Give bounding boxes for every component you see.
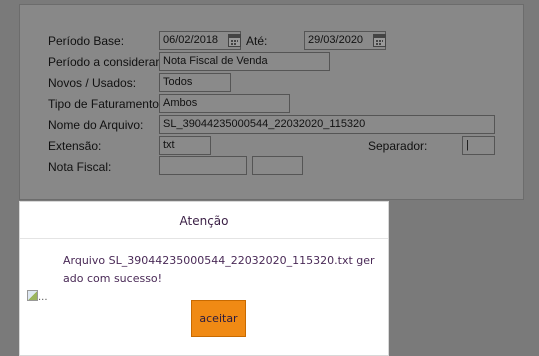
nome-arquivo-input[interactable]: SL_39044235000544_22032020_115320 <box>159 115 495 134</box>
dialog-title: Atenção <box>179 214 229 228</box>
separador-label: Separador: <box>368 139 428 153</box>
nome-arquivo-label: Nome do Arquivo: <box>48 118 144 132</box>
novos-usados-select[interactable]: Todos <box>159 73 231 92</box>
periodo-base-label: Período Base: <box>48 34 125 48</box>
broken-image-text: ... <box>38 292 48 303</box>
calendar-icon[interactable] <box>228 34 241 47</box>
periodo-considerar-select[interactable]: Nota Fiscal de Venda <box>159 52 330 71</box>
novos-usados-label: Novos / Usados: <box>48 76 137 90</box>
filter-form-panel: Período Base: 06/02/2018 Até: 29/03/2020… <box>19 4 524 200</box>
dialog-divider <box>20 238 388 239</box>
dialog-message: Arquivo SL_39044235000544_22032020_11532… <box>63 254 375 285</box>
extensao-label: Extensão: <box>48 139 102 153</box>
broken-image: ... <box>27 290 48 303</box>
nota-fiscal-input-1[interactable] <box>159 156 247 175</box>
alert-dialog: Atenção Arquivo SL_39044235000544_220320… <box>19 201 389 356</box>
nota-fiscal-input-2[interactable] <box>252 156 303 175</box>
extensao-input[interactable]: txt <box>159 136 211 155</box>
nota-fiscal-label: Nota Fiscal: <box>48 160 112 174</box>
broken-image-icon <box>27 290 38 301</box>
tipo-faturamento-select[interactable]: Ambos <box>159 94 290 113</box>
accept-button[interactable]: aceitar <box>191 300 246 337</box>
calendar-icon[interactable] <box>373 34 386 47</box>
separador-input[interactable]: | <box>462 136 495 155</box>
periodo-considerar-label: Período a considerar: <box>48 55 163 69</box>
ate-label: Até: <box>246 34 268 48</box>
tipo-faturamento-label: Tipo de Faturamento: <box>48 97 163 111</box>
